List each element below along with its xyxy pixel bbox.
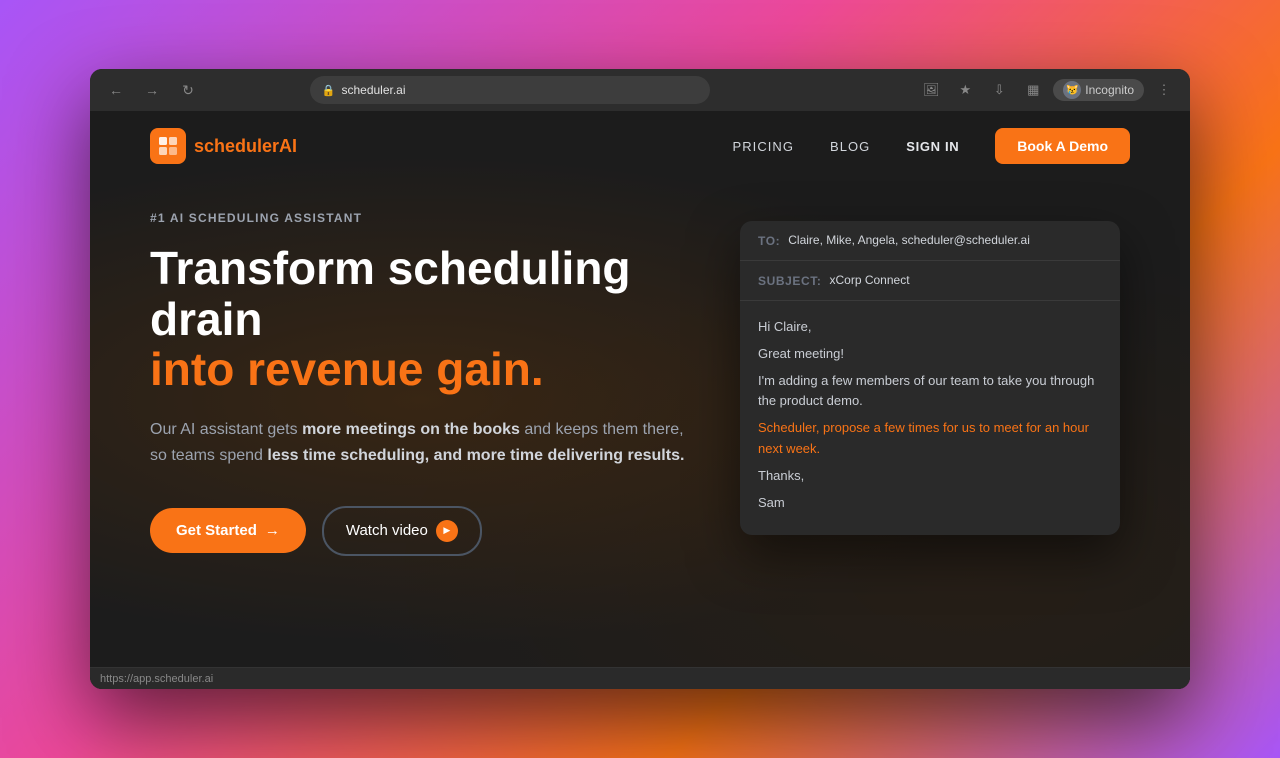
incognito-avatar: 😿 (1063, 81, 1081, 99)
email-subject-label: SUBJECT: (758, 273, 821, 288)
logo-icon (150, 128, 186, 164)
hero-title: Transform scheduling drain into revenue … (150, 243, 700, 395)
arrow-right-icon: → (265, 522, 280, 539)
email-to-label: TO: (758, 233, 780, 248)
hero-description: Our AI assistant gets more meetings on t… (150, 417, 700, 470)
hero-left: #1 AI SCHEDULING ASSISTANT Transform sch… (150, 211, 700, 556)
address-bar[interactable]: 🔒 scheduler.ai (310, 76, 710, 104)
logo-text-accent: AI (279, 136, 297, 156)
browser-actions: 🖼 ★ ⇩ ▦ 😿 Incognito ⋮ (917, 76, 1178, 104)
incognito-badge: 😿 Incognito (1053, 79, 1144, 101)
back-button[interactable]: ← (102, 76, 130, 104)
email-to-value: Claire, Mike, Angela, scheduler@schedule… (788, 233, 1030, 247)
lock-icon: 🔒 (322, 84, 336, 97)
email-subject-row: SUBJECT: xCorp Connect (740, 261, 1120, 301)
cast-button[interactable]: 🖼 (917, 76, 945, 104)
browser-chrome: ← → ↻ 🔒 scheduler.ai 🖼 ★ ⇩ ▦ 😿 Incognito… (90, 69, 1190, 111)
watch-video-button[interactable]: Watch video ▶ (322, 506, 482, 556)
pricing-link[interactable]: PRICING (733, 139, 794, 154)
hero-title-highlight: into revenue gain. (150, 343, 544, 395)
website-content: schedulerAI PRICING BLOG SIGN IN Book A … (90, 111, 1190, 689)
logo[interactable]: schedulerAI (150, 128, 297, 164)
email-greeting: Hi Claire, (758, 317, 1102, 338)
sign-in-link[interactable]: SIGN IN (906, 139, 959, 154)
play-icon: ▶ (436, 520, 458, 542)
hero-buttons: Get Started → Watch video ▶ (150, 506, 700, 556)
navbar: schedulerAI PRICING BLOG SIGN IN Book A … (90, 111, 1190, 181)
url-text: scheduler.ai (341, 83, 405, 97)
email-sign-off: Thanks, (758, 466, 1102, 487)
hero-badge: #1 AI SCHEDULING ASSISTANT (150, 211, 700, 225)
email-highlight: Scheduler, propose a few times for us to… (758, 418, 1102, 460)
status-url: https://app.scheduler.ai (100, 673, 213, 685)
browser-window: ← → ↻ 🔒 scheduler.ai 🖼 ★ ⇩ ▦ 😿 Incognito… (90, 69, 1190, 689)
email-line2: I'm adding a few members of our team to … (758, 371, 1102, 413)
email-body: Hi Claire, Great meeting! I'm adding a f… (740, 301, 1120, 535)
watch-video-label: Watch video (346, 522, 428, 539)
logo-text-main: scheduler (194, 136, 279, 156)
download-button[interactable]: ⇩ (985, 76, 1013, 104)
status-bar: https://app.scheduler.ai (90, 667, 1190, 689)
email-to-row: TO: Claire, Mike, Angela, scheduler@sche… (740, 221, 1120, 261)
get-started-button[interactable]: Get Started → (150, 508, 306, 553)
book-demo-button[interactable]: Book A Demo (995, 128, 1130, 164)
email-line1: Great meeting! (758, 344, 1102, 365)
bookmark-button[interactable]: ★ (951, 76, 979, 104)
hero-desc-text: Our AI assistant gets more meetings on t… (150, 421, 684, 464)
hero-section: #1 AI SCHEDULING ASSISTANT Transform sch… (90, 181, 1190, 667)
logo-text: schedulerAI (194, 136, 297, 157)
layout-button[interactable]: ▦ (1019, 76, 1047, 104)
menu-button[interactable]: ⋮ (1150, 76, 1178, 104)
hero-title-main: Transform scheduling drain (150, 242, 631, 345)
reload-button[interactable]: ↻ (174, 76, 202, 104)
email-subject-value: xCorp Connect (829, 273, 909, 287)
email-card: TO: Claire, Mike, Angela, scheduler@sche… (740, 221, 1120, 535)
email-signature: Sam (758, 493, 1102, 514)
forward-button[interactable]: → (138, 76, 166, 104)
blog-link[interactable]: BLOG (830, 139, 870, 154)
nav-links: PRICING BLOG SIGN IN Book A Demo (733, 128, 1130, 164)
get-started-label: Get Started (176, 522, 257, 539)
incognito-label: Incognito (1085, 83, 1134, 97)
